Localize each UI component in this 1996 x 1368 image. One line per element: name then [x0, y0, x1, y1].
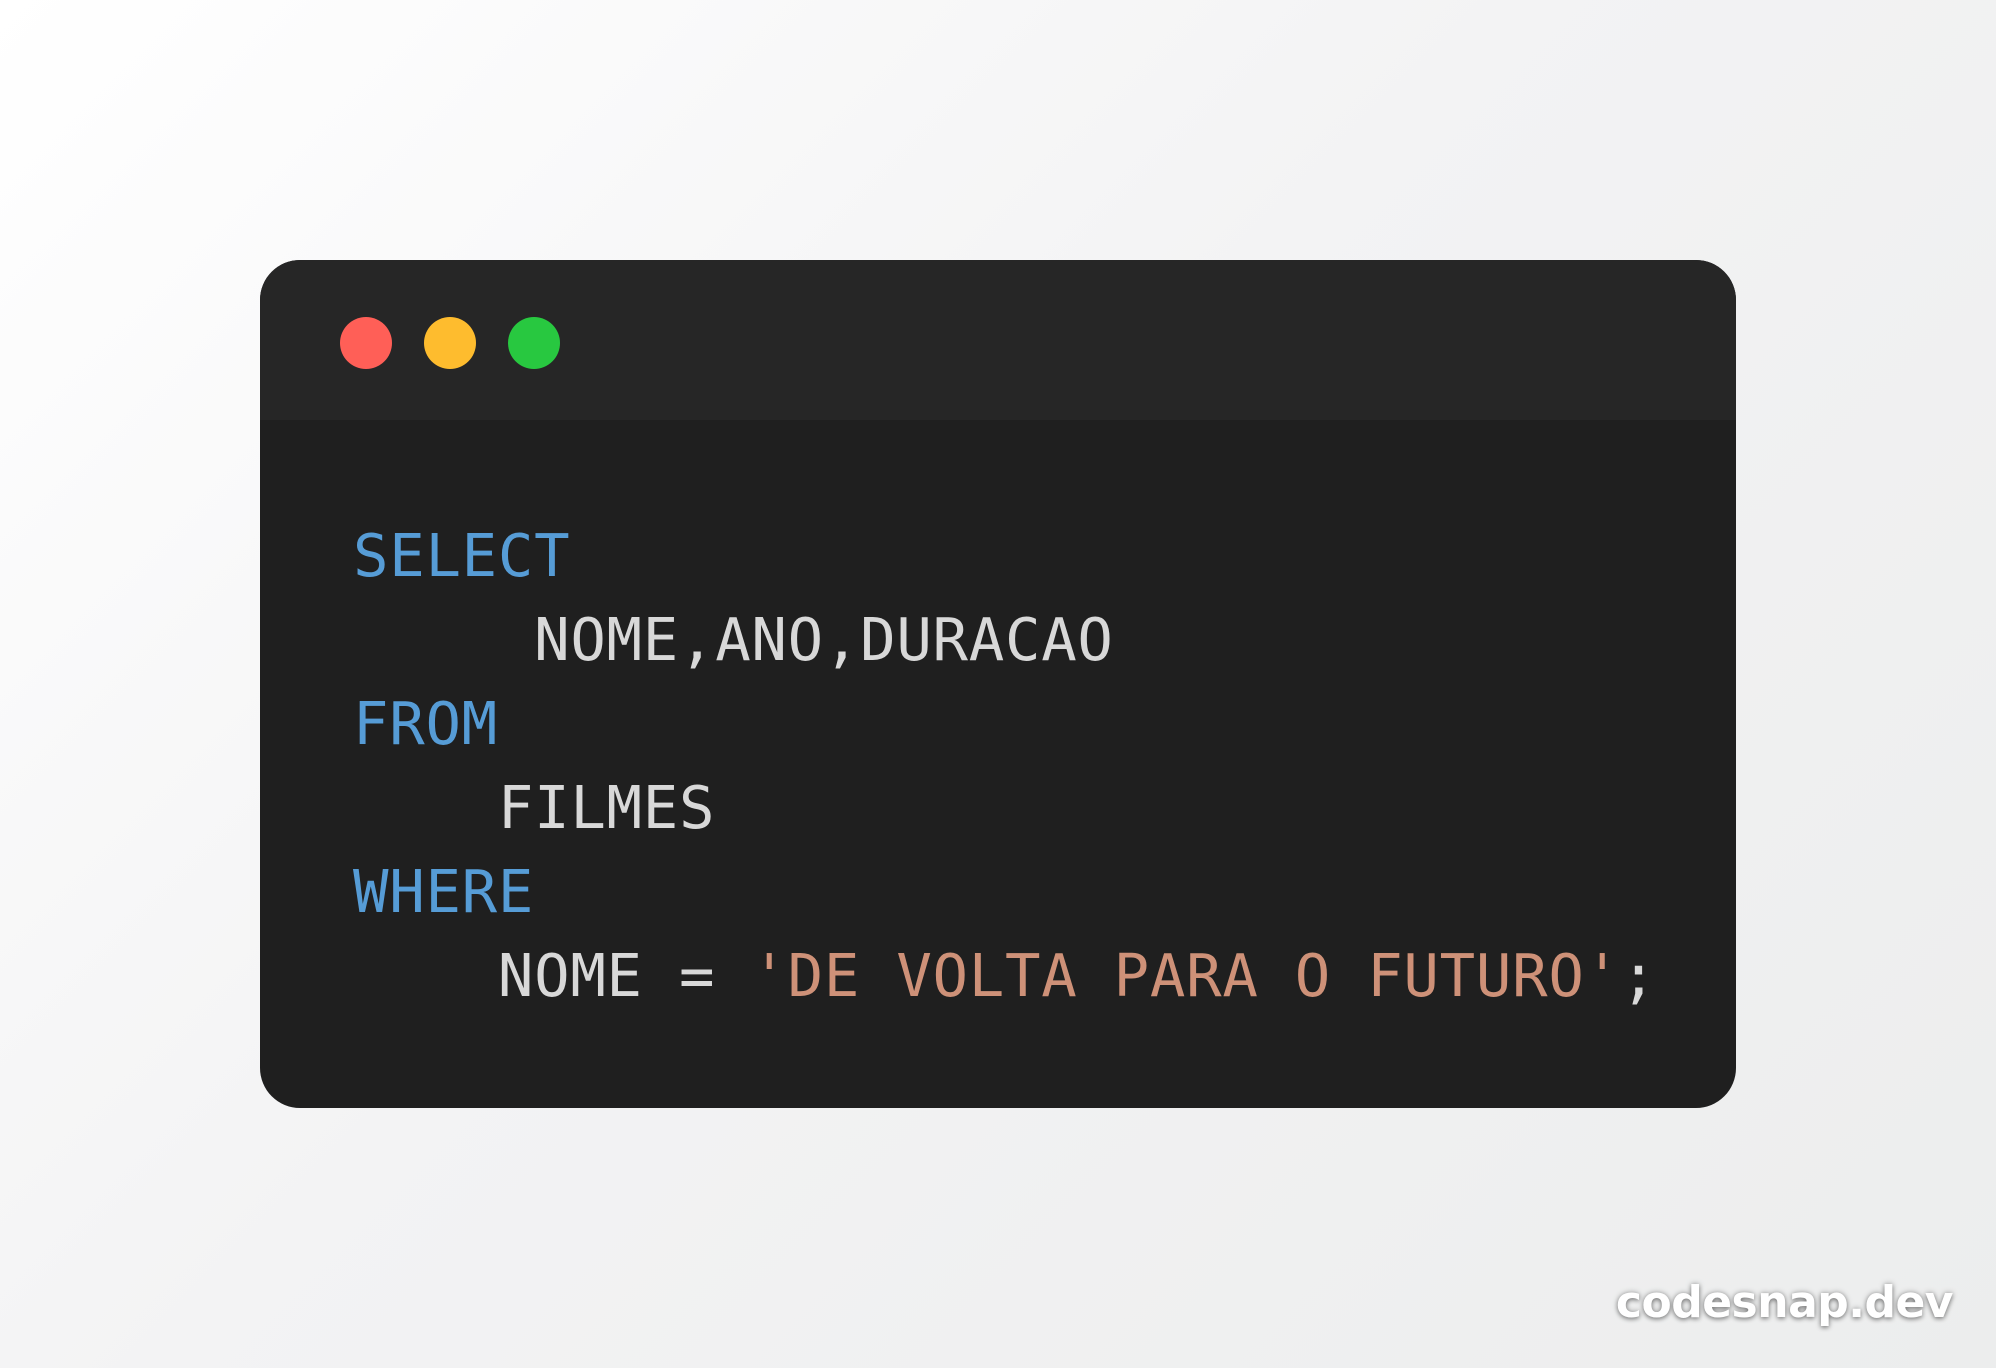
codesnap-watermark: codesnap.dev	[1615, 1277, 1954, 1328]
sql-keyword: FROM	[353, 689, 498, 758]
code-line-2: NOME,ANO,DURACAO	[353, 598, 1657, 682]
sql-keyword: WHERE	[353, 857, 535, 926]
window-titlebar	[260, 260, 1736, 420]
sql-string-literal: 'DE VOLTA PARA O FUTURO'	[751, 941, 1621, 1010]
minimize-dot-icon	[424, 317, 476, 369]
sql-table: FILMES	[497, 773, 716, 842]
sql-keyword: SELECT	[353, 521, 571, 590]
code-line-6: NOME = 'DE VOLTA PARA O FUTURO';	[353, 934, 1657, 1018]
code-line-5: WHERE	[353, 850, 1657, 934]
code-line-3: FROM	[353, 682, 1657, 766]
code-line-1: SELECT	[353, 514, 1657, 598]
code-block: SELECT NOME,ANO,DURACAO FROM FILMES WHERE …	[353, 514, 1657, 1018]
sql-columns: NOME,ANO,DURACAO	[534, 605, 1114, 674]
close-dot-icon	[340, 317, 392, 369]
sql-condition: NOME =	[497, 941, 752, 1010]
sql-terminator: ;	[1620, 941, 1657, 1010]
code-window: SELECT NOME,ANO,DURACAO FROM FILMES WHERE …	[260, 260, 1736, 1108]
maximize-dot-icon	[508, 317, 560, 369]
code-line-4: FILMES	[353, 766, 1657, 850]
